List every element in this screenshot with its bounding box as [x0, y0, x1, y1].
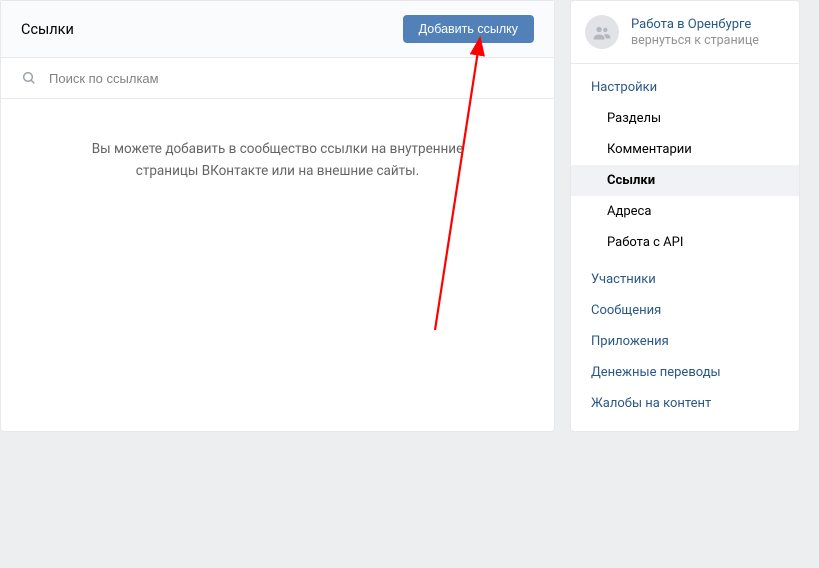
nav-complaints[interactable]: Жалобы на контент: [571, 388, 799, 419]
nav-apps[interactable]: Приложения: [571, 326, 799, 357]
sidebar-header[interactable]: Работа в Оренбурге вернуться к странице: [571, 1, 799, 64]
community-avatar: [585, 15, 619, 49]
community-name[interactable]: Работа в Оренбурге: [631, 17, 759, 32]
sidebar-nav: Настройки Разделы Комментарии Ссылки Адр…: [571, 64, 799, 419]
nav-messages[interactable]: Сообщения: [571, 295, 799, 326]
search-input[interactable]: [49, 71, 534, 86]
back-to-page-link[interactable]: вернуться к странице: [631, 33, 759, 48]
nav-api[interactable]: Работа с API: [571, 227, 799, 258]
nav-transfers[interactable]: Денежные переводы: [571, 357, 799, 388]
search-bar: [1, 58, 554, 99]
search-icon: [21, 70, 37, 86]
nav-settings[interactable]: Настройки: [571, 72, 799, 103]
main-panel: Ссылки Добавить ссылку Вы можете добавит…: [0, 0, 555, 432]
nav-sections[interactable]: Разделы: [571, 103, 799, 134]
add-link-button[interactable]: Добавить ссылку: [403, 15, 534, 43]
empty-text-line2: страницы ВКонтакте или на внешние сайты.: [51, 161, 504, 183]
nav-members[interactable]: Участники: [571, 264, 799, 295]
nav-comments[interactable]: Комментарии: [571, 134, 799, 165]
sidebar: Работа в Оренбурге вернуться к странице …: [570, 0, 800, 432]
nav-addresses[interactable]: Адреса: [571, 196, 799, 227]
nav-links[interactable]: Ссылки: [571, 165, 799, 196]
empty-state: Вы можете добавить в сообщество ссылки н…: [1, 99, 554, 242]
empty-text-line1: Вы можете добавить в сообщество ссылки н…: [51, 139, 504, 161]
community-info: Работа в Оренбурге вернуться к странице: [631, 17, 759, 48]
main-header: Ссылки Добавить ссылку: [1, 1, 554, 58]
page-title: Ссылки: [21, 21, 74, 38]
